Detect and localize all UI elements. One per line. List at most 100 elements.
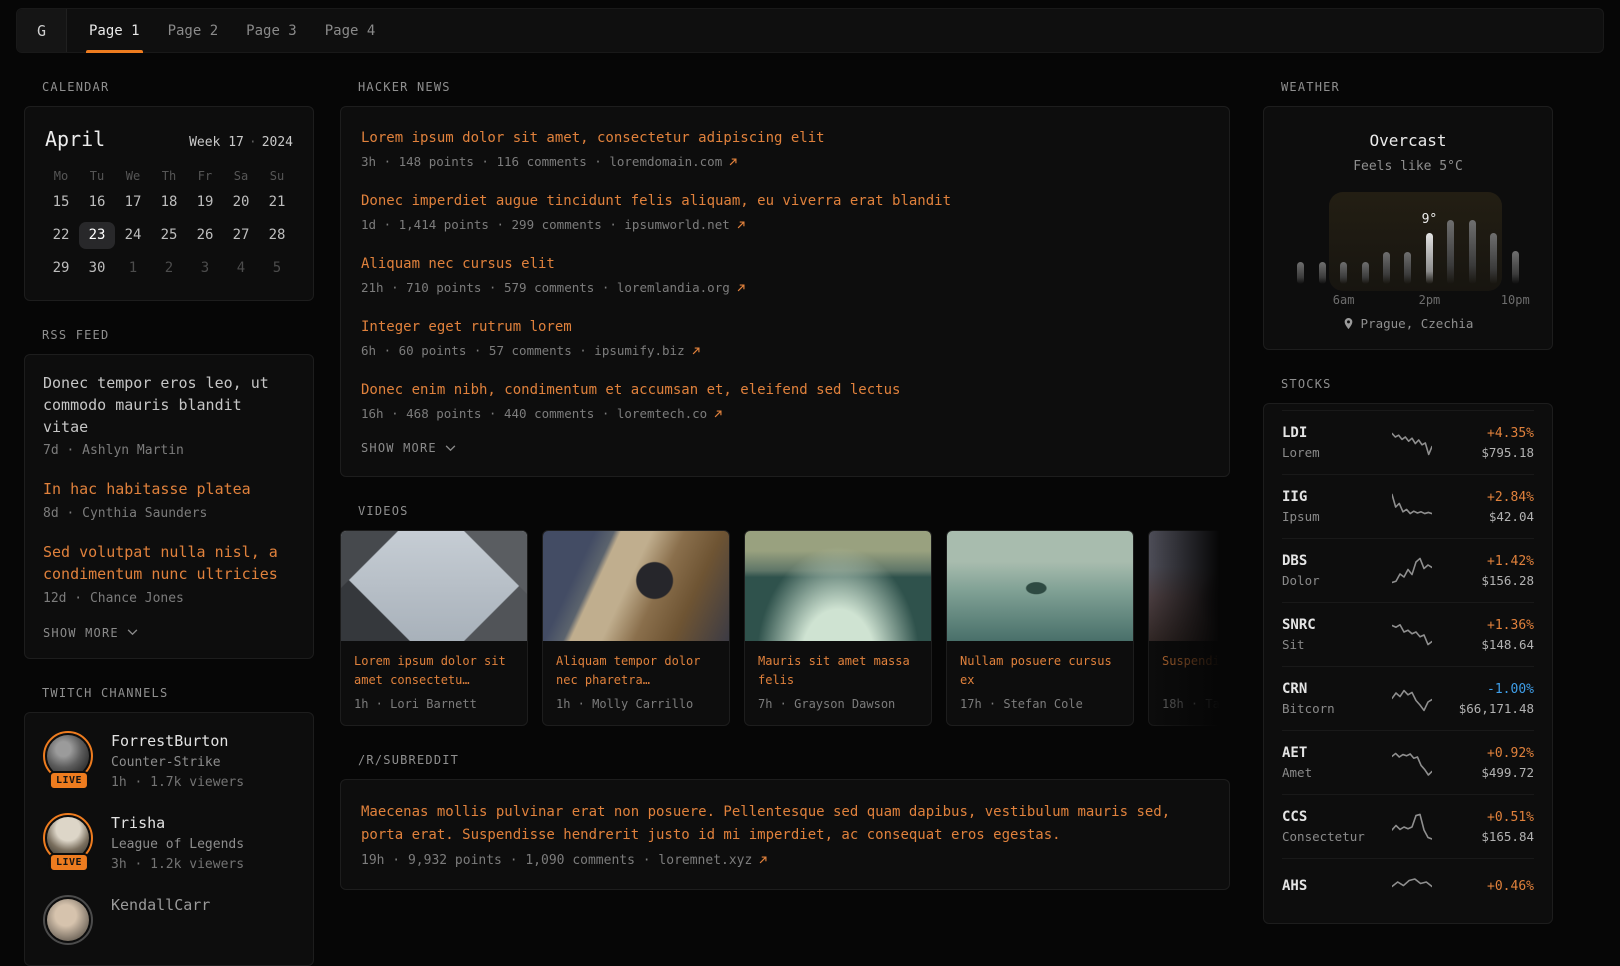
hackernews-item: Aliquam nec cursus elit 21h · 710 points…	[361, 254, 1209, 295]
weather-location-text: Prague, Czechia	[1361, 316, 1474, 331]
calendar-day: 23	[79, 222, 115, 249]
video-thumbnail[interactable]	[341, 531, 527, 641]
avatar-wrap: LIVE	[43, 813, 95, 865]
calendar-day: 22	[43, 222, 79, 249]
rss-item-meta-text: 12d · Chance Jones	[43, 591, 184, 606]
calendar-day: 27	[223, 222, 259, 249]
subreddit-post-meta: 19h · 9,932 points · 1,090 comments · lo…	[361, 853, 1209, 868]
twitch-channel[interactable]: LIVE ForrestBurton Counter-Strike 1h · 1…	[43, 731, 295, 790]
rss-show-more-button[interactable]: SHOW MORE	[43, 626, 138, 640]
hackernews-item-title[interactable]: Lorem ipsum dolor sit amet, consectetur …	[361, 128, 1209, 149]
stock-row[interactable]: LDI Lorem +4.35% $795.18	[1282, 410, 1534, 474]
calendar-day: 21	[259, 189, 295, 216]
rss-item: In hac habitasse platea 8d · Cynthia Sau…	[43, 479, 295, 521]
stock-row[interactable]: SNRC Sit +1.36% $148.64	[1282, 602, 1534, 666]
hackernews-item-title[interactable]: Integer eget rutrum lorem	[361, 317, 1209, 338]
stock-row[interactable]: IIG Ipsum +2.84% $42.04	[1282, 474, 1534, 538]
weather-time-label: 10pm	[1501, 293, 1530, 307]
video-title[interactable]: Nullam posuere cursus ex	[947, 641, 1133, 690]
video-card[interactable]: Mauris sit amet massa felis 7h · Grayson…	[744, 530, 932, 726]
location-pin-icon	[1343, 317, 1354, 330]
twitch-channel[interactable]: KendallCarr	[43, 895, 295, 947]
video-card[interactable]: Aliquam tempor dolor nec pharetra… 1h · …	[542, 530, 730, 726]
hackernews-item-meta: 21h · 710 points · 579 comments · loreml…	[361, 280, 1209, 295]
video-title[interactable]: Mauris sit amet massa felis	[745, 641, 931, 690]
weather-hour-slot: 6am	[1333, 220, 1354, 284]
rss-item-meta-text: 7d · Ashlyn Martin	[43, 443, 184, 458]
video-title[interactable]: Aliquam tempor dolor nec pharetra…	[543, 641, 729, 690]
weather-widget: WEATHER Overcast Feels like 5°C	[1263, 80, 1553, 350]
stock-row[interactable]: CRN Bitcorn -1.00% $66,171.48	[1282, 666, 1534, 730]
rss-item-title[interactable]: Donec tempor eros leo, ut commodo mauris…	[43, 373, 295, 438]
page-tab[interactable]: Page 3	[232, 9, 311, 52]
rss-item-title[interactable]: Sed volutpat nulla nisl, a condimentum n…	[43, 542, 295, 586]
app-logo[interactable]: G	[17, 9, 67, 52]
hackernews-item: Integer eget rutrum lorem 6h · 60 points…	[361, 317, 1209, 358]
stock-sparkline	[1382, 492, 1442, 522]
video-card[interactable]: Lorem ipsum dolor sit amet consectetu… 1…	[340, 530, 528, 726]
stock-price: $499.72	[1442, 765, 1534, 780]
stock-identity: IIG Ipsum	[1282, 489, 1382, 524]
left-column: CALENDAR April Week 17·2024 MoTuWeThFrSa…	[24, 80, 314, 966]
weather-hour-bar	[1447, 220, 1454, 284]
hackernews-item-title[interactable]: Donec imperdiet augue tincidunt felis al…	[361, 191, 1209, 212]
calendar-section-label: CALENDAR	[42, 80, 314, 94]
video-thumbnail[interactable]	[543, 531, 729, 641]
weather-time-label: 2pm	[1419, 293, 1441, 307]
twitch-widget: TWITCH CHANNELS LIVE ForrestBurton	[24, 686, 314, 966]
page-tab[interactable]: Page 4	[311, 9, 390, 52]
video-card[interactable]: Suspendisse diam 18h · Tara	[1148, 530, 1230, 726]
stock-ticker: AET	[1282, 745, 1382, 761]
video-title[interactable]: Suspendisse diam	[1149, 641, 1230, 690]
stock-ticker: LDI	[1282, 425, 1382, 441]
channel-name[interactable]: KendallCarr	[111, 896, 210, 914]
hackernews-show-more-button[interactable]: SHOW MORE	[361, 441, 456, 455]
rss-item-title[interactable]: In hac habitasse platea	[43, 479, 295, 501]
hackernews-item: Lorem ipsum dolor sit amet, consectetur …	[361, 128, 1209, 169]
subreddit-post: Maecenas mollis pulvinar erat non posuer…	[361, 801, 1209, 867]
weather-bars: 6am	[1290, 220, 1526, 284]
video-thumbnail[interactable]	[1149, 531, 1230, 641]
stock-change-percent: +0.51%	[1442, 810, 1534, 825]
hackernews-item-meta: 1d · 1,414 points · 299 comments · ipsum…	[361, 217, 1209, 232]
stock-ticker: AHS	[1282, 878, 1382, 894]
hackernews-item-title[interactable]: Donec enim nibh, condimentum et accumsan…	[361, 380, 1209, 401]
calendar-day: 1	[115, 255, 151, 282]
rss-widget: RSS FEED Donec tempor eros leo, ut commo…	[24, 328, 314, 659]
weather-time-label: 6am	[1333, 293, 1355, 307]
stock-identity: LDI Lorem	[1282, 425, 1382, 460]
stock-row[interactable]: DBS Dolor +1.42% $156.28	[1282, 538, 1534, 602]
channel-name[interactable]: Trisha	[111, 814, 244, 832]
twitch-channel[interactable]: LIVE Trisha League of Legends 3h · 1.2k …	[43, 813, 295, 872]
stock-price: $165.84	[1442, 829, 1534, 844]
video-thumbnail[interactable]	[745, 531, 931, 641]
channel-category: Counter-Strike	[111, 755, 244, 770]
video-title[interactable]: Lorem ipsum dolor sit amet consectetu…	[341, 641, 527, 690]
hackernews-item: Donec enim nibh, condimentum et accumsan…	[361, 380, 1209, 421]
calendar-weekday: Th	[151, 169, 187, 183]
stock-change-percent: +0.46%	[1442, 879, 1534, 894]
stock-sparkline	[1382, 428, 1442, 458]
calendar-day: 18	[151, 189, 187, 216]
hackernews-item-title[interactable]: Aliquam nec cursus elit	[361, 254, 1209, 275]
page-tab[interactable]: Page 1	[75, 9, 154, 52]
page-tab[interactable]: Page 2	[154, 9, 233, 52]
video-thumbnail[interactable]	[947, 531, 1133, 641]
stock-values: +1.42% $156.28	[1442, 554, 1534, 588]
channel-info: KendallCarr	[111, 895, 210, 947]
stock-values: +2.84% $42.04	[1442, 490, 1534, 524]
subreddit-post-title[interactable]: Maecenas mollis pulvinar erat non posuer…	[361, 801, 1201, 847]
calendar-day: 24	[115, 222, 151, 249]
stock-row[interactable]: CCS Consectetur +0.51% $165.84	[1282, 794, 1534, 858]
calendar-weekday: Fr	[187, 169, 223, 183]
videos-section-label: VIDEOS	[358, 504, 1230, 518]
calendar-week-year: Week 17·2024	[189, 135, 293, 150]
channel-name[interactable]: ForrestBurton	[111, 732, 244, 750]
stock-row[interactable]: AHS +0.46%	[1282, 858, 1534, 917]
stock-row[interactable]: AET Amet +0.92% $499.72	[1282, 730, 1534, 794]
stock-values: +4.35% $795.18	[1442, 426, 1534, 460]
weather-hour-slot	[1311, 220, 1332, 284]
middle-column: HACKER NEWS Lorem ipsum dolor sit amet, …	[340, 80, 1230, 890]
video-card[interactable]: Nullam posuere cursus ex 17h · Stefan Co…	[946, 530, 1134, 726]
avatar	[43, 895, 93, 945]
